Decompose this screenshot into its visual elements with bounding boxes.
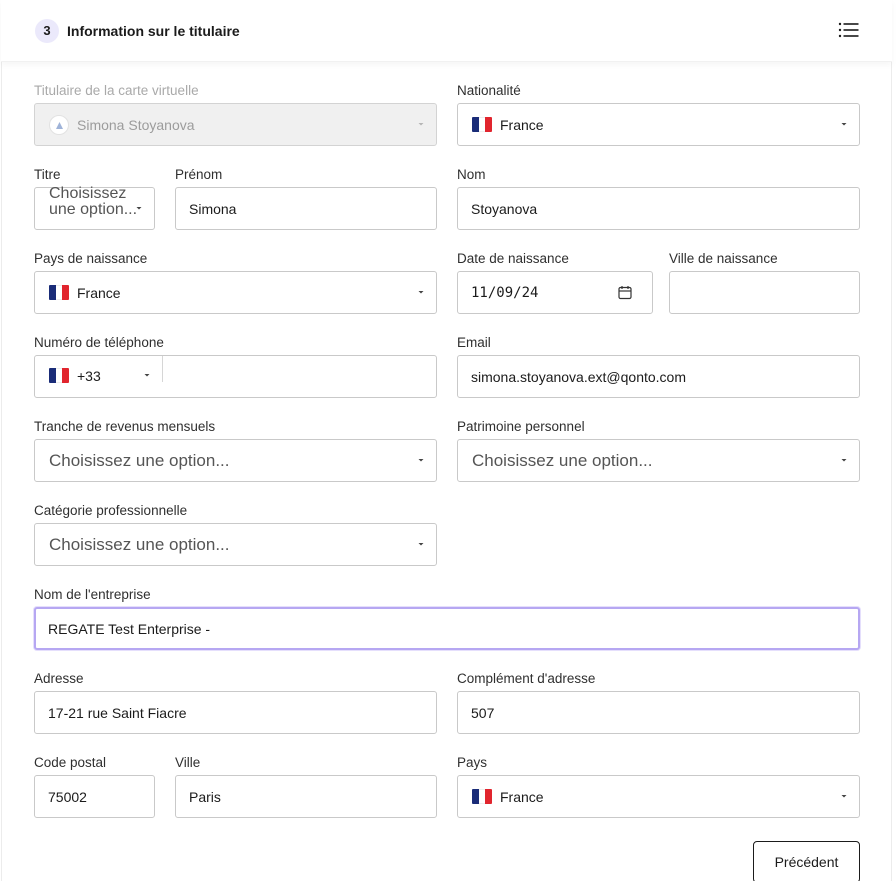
step-badge: 3 (35, 19, 59, 43)
card-holder-select: Simona Stoyanova (34, 103, 437, 146)
last-name-label: Nom (457, 167, 486, 182)
postal-code-value: 75002 (48, 789, 87, 805)
chevron-down-icon (136, 207, 142, 210)
professional-category-placeholder: Choisissez une option... (49, 535, 230, 554)
phone-prefix[interactable]: +33 (77, 368, 101, 384)
chevron-down-icon (841, 795, 847, 798)
chevron-down-icon (418, 459, 424, 462)
company-name-label: Nom de l'entreprise (34, 587, 151, 602)
email-label: Email (457, 335, 491, 350)
monthly-income-placeholder: Choisissez une option... (49, 451, 230, 470)
company-name-input[interactable]: REGATE Test Enterprise - (34, 607, 860, 650)
card-holder-label: Titulaire de la carte virtuelle (34, 83, 199, 98)
france-flag-icon (49, 285, 69, 300)
birth-date-value: 11/09/24 (471, 285, 539, 301)
birth-country-select[interactable]: France (34, 271, 437, 314)
section-title: Information sur le titulaire (67, 23, 240, 39)
birth-date-label: Date de naissance (457, 251, 569, 266)
list-icon[interactable] (838, 21, 860, 39)
monthly-income-select[interactable]: Choisissez une option... (34, 439, 437, 482)
title-label: Titre (34, 167, 61, 182)
france-flag-icon (472, 789, 492, 804)
birth-country-label: Pays de naissance (34, 251, 148, 266)
chevron-down-icon (418, 543, 424, 546)
phone-input[interactable]: +33 (34, 355, 437, 398)
city-label: Ville (175, 755, 201, 770)
personal-assets-select[interactable]: Choisissez une option... (457, 439, 860, 482)
nationality-label: Nationalité (457, 83, 521, 98)
avatar (49, 115, 69, 135)
professional-category-label: Catégorie professionnelle (34, 503, 188, 518)
birth-city-label: Ville de naissance (669, 251, 778, 266)
professional-category-select[interactable]: Choisissez une option... (34, 523, 437, 566)
title-placeholder: Choisissez une option... (49, 185, 138, 218)
email-value: simona.stoyanova.ext@qonto.com (471, 369, 686, 385)
company-name-value: REGATE Test Enterprise - (48, 621, 211, 637)
chevron-down-icon (418, 123, 424, 126)
first-name-label: Prénom (175, 167, 223, 182)
address-label: Adresse (34, 671, 84, 686)
section-header: 3 Information sur le titulaire (1, 0, 892, 62)
personal-assets-placeholder: Choisissez une option... (472, 451, 653, 470)
birth-date-input[interactable]: 11/09/24 (457, 271, 653, 314)
previous-button[interactable]: Précédent (753, 841, 860, 881)
france-flag-icon (472, 117, 492, 132)
france-flag-icon (49, 368, 69, 383)
address-complement-value: 507 (471, 705, 495, 721)
personal-assets-label: Patrimoine personnel (457, 419, 585, 434)
card-holder-value: Simona Stoyanova (77, 117, 195, 133)
last-name-input[interactable]: Stoyanova (457, 187, 860, 230)
first-name-value: Simona (189, 201, 237, 217)
postal-code-label: Code postal (34, 755, 107, 770)
first-name-input[interactable]: Simona (175, 187, 437, 230)
chevron-down-icon (841, 459, 847, 462)
country-label: Pays (457, 755, 488, 770)
chevron-down-icon[interactable] (143, 371, 151, 379)
email-input[interactable]: simona.stoyanova.ext@qonto.com (457, 355, 860, 398)
nationality-select[interactable]: France (457, 103, 860, 146)
phone-label: Numéro de téléphone (34, 335, 164, 350)
nationality-value: France (500, 117, 544, 133)
birth-country-value: France (77, 285, 121, 301)
postal-code-input[interactable]: 75002 (34, 775, 155, 818)
address-complement-input[interactable]: 507 (457, 691, 860, 734)
city-value: Paris (189, 789, 221, 805)
address-value: 17-21 rue Saint Fiacre (48, 705, 187, 721)
birth-city-input[interactable] (669, 271, 860, 314)
chevron-down-icon (418, 291, 424, 294)
address-input[interactable]: 17-21 rue Saint Fiacre (34, 691, 437, 734)
chevron-down-icon (841, 123, 847, 126)
address-complement-label: Complément d'adresse (457, 671, 596, 686)
calendar-icon[interactable] (618, 285, 632, 300)
last-name-value: Stoyanova (471, 201, 538, 217)
monthly-income-label: Tranche de revenus mensuels (34, 419, 216, 434)
country-value: France (500, 789, 544, 805)
city-input[interactable]: Paris (175, 775, 437, 818)
country-select[interactable]: France (457, 775, 860, 818)
title-select[interactable]: Choisissez une option... (34, 185, 155, 230)
phone-divider (162, 356, 163, 382)
